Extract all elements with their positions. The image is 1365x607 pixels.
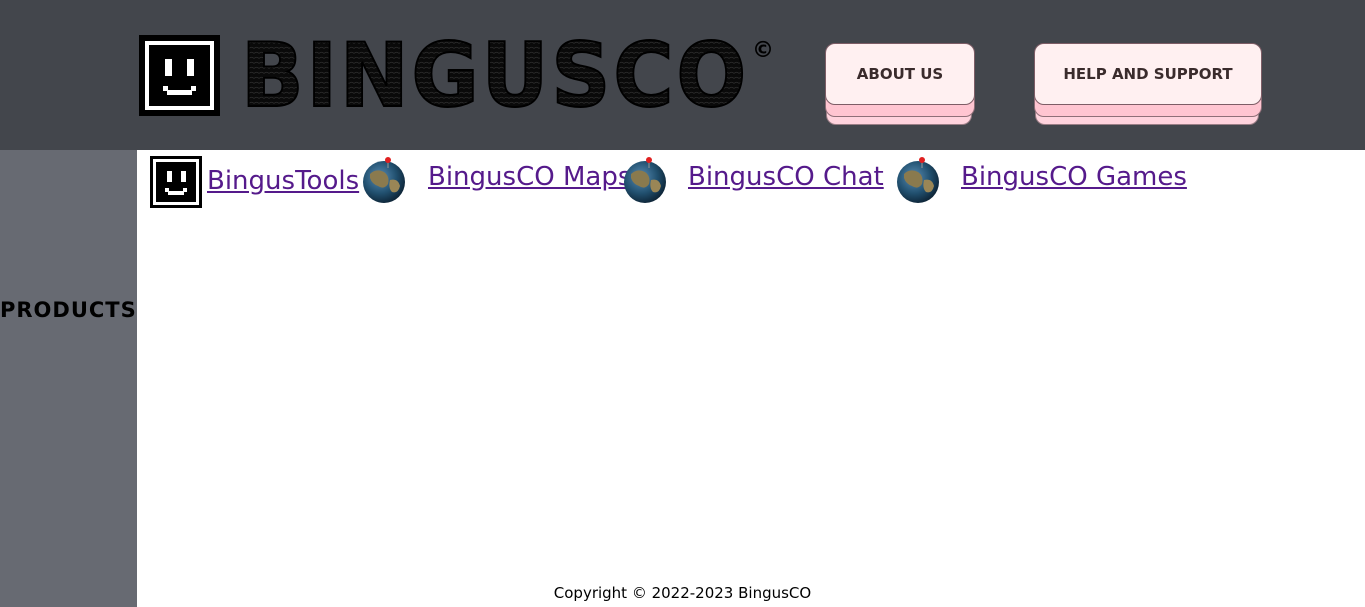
help-support-nav: HELP AND SUPPORT <box>1034 43 1262 127</box>
footer-copyright: Copyright © 2022-2023 BingusCO <box>553 584 812 602</box>
product-link-maps[interactable]: BingusCO Maps <box>428 162 631 192</box>
products-main <box>137 150 1365 607</box>
bingus-face-logo-icon[interactable] <box>139 35 220 116</box>
product-link-chat[interactable]: BingusCO Chat <box>688 162 884 192</box>
globe-icon <box>897 157 939 203</box>
site-header: BINGUSCO © ABOUT US HELP AND SUPPORT <box>0 0 1365 150</box>
help-and-support-button[interactable]: HELP AND SUPPORT <box>1034 43 1262 105</box>
about-us-button[interactable]: ABOUT US <box>825 43 975 105</box>
product-link-games[interactable]: BingusCO Games <box>961 162 1187 192</box>
globe-icon <box>363 157 405 203</box>
products-heading: PRODUCTS <box>0 298 137 322</box>
about-us-nav: ABOUT US <box>825 43 975 127</box>
bingusco-wordmark-logo[interactable]: BINGUSCO <box>239 36 751 114</box>
brand-wordmark: BINGUSCO <box>241 36 749 114</box>
product-link-bingustools[interactable]: BingusTools <box>207 166 359 196</box>
globe-icon <box>624 157 666 203</box>
bingus-face-icon[interactable] <box>150 156 202 208</box>
copyright-symbol: © <box>752 38 774 63</box>
products-sidebar: PRODUCTS <box>0 150 137 607</box>
